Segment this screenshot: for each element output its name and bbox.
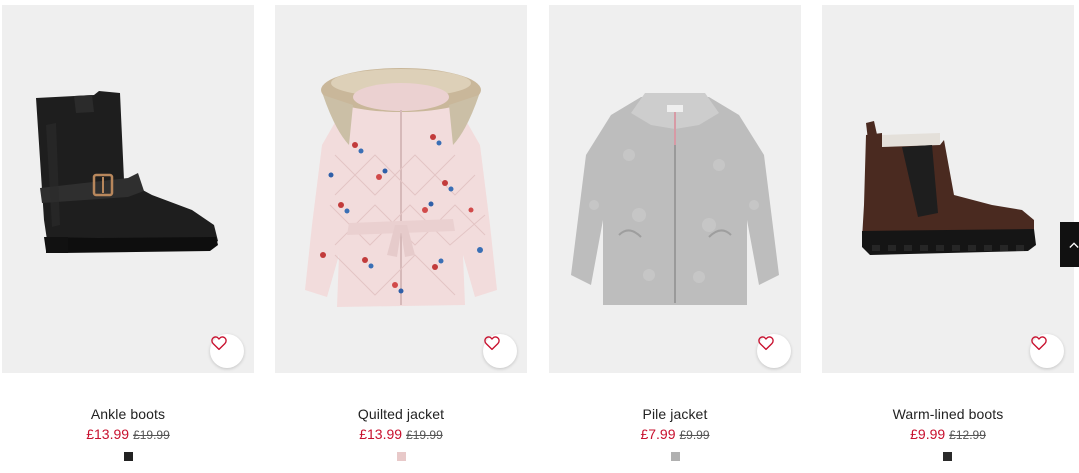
sale-price: £13.99 <box>86 426 130 442</box>
favorite-button[interactable] <box>757 334 791 368</box>
favorite-button[interactable] <box>210 334 244 368</box>
product-info: Ankle boots £13.99 £19.99 <box>2 406 254 443</box>
heart-outline-icon <box>1031 336 1047 351</box>
color-swatch[interactable] <box>124 452 133 461</box>
product-name[interactable]: Quilted jacket <box>275 406 527 423</box>
favorite-button[interactable] <box>483 334 517 368</box>
sale-price: £9.99 <box>910 426 946 442</box>
product-info: Quilted jacket £13.99 £19.99 <box>275 406 527 443</box>
product-card-quilted-jacket[interactable]: Quilted jacket £13.99 £19.99 <box>275 0 527 473</box>
product-info: Warm-lined boots £9.99 £12.99 <box>822 406 1074 443</box>
ankle-boot-image <box>2 5 254 373</box>
product-image[interactable] <box>275 5 527 373</box>
product-image[interactable] <box>2 5 254 373</box>
product-name[interactable]: Pile jacket <box>549 406 801 423</box>
pile-jacket-image <box>549 5 801 373</box>
price-row: £7.99 £9.99 <box>549 426 801 443</box>
original-price: £12.99 <box>949 428 986 442</box>
product-card-ankle-boots[interactable]: Ankle boots £13.99 £19.99 <box>2 0 254 473</box>
color-swatch[interactable] <box>671 452 680 461</box>
product-image[interactable] <box>822 5 1074 373</box>
scroll-to-top-button[interactable] <box>1060 222 1079 267</box>
original-price: £9.99 <box>679 428 710 442</box>
price-row: £13.99 £19.99 <box>275 426 527 443</box>
sale-price: £13.99 <box>359 426 403 442</box>
product-card-warm-lined-boots[interactable]: Warm-lined boots £9.99 £12.99 <box>822 0 1074 473</box>
color-swatch[interactable] <box>397 452 406 461</box>
price-row: £9.99 £12.99 <box>822 426 1074 443</box>
sale-price: £7.99 <box>640 426 676 442</box>
color-swatch[interactable] <box>943 452 952 461</box>
chevron-up-icon <box>1069 241 1079 248</box>
price-row: £13.99 £19.99 <box>2 426 254 443</box>
original-price: £19.99 <box>406 428 443 442</box>
product-grid: Ankle boots £13.99 £19.99 Quilted jacket… <box>0 0 1079 473</box>
product-image[interactable] <box>549 5 801 373</box>
heart-outline-icon <box>211 336 227 351</box>
product-info: Pile jacket £7.99 £9.99 <box>549 406 801 443</box>
heart-outline-icon <box>484 336 500 351</box>
product-name[interactable]: Warm-lined boots <box>822 406 1074 423</box>
original-price: £19.99 <box>133 428 170 442</box>
quilted-jacket-image <box>275 5 527 373</box>
chelsea-boot-image <box>822 5 1074 373</box>
heart-outline-icon <box>758 336 774 351</box>
product-card-pile-jacket[interactable]: Pile jacket £7.99 £9.99 <box>549 0 801 473</box>
product-name[interactable]: Ankle boots <box>2 406 254 423</box>
favorite-button[interactable] <box>1030 334 1064 368</box>
